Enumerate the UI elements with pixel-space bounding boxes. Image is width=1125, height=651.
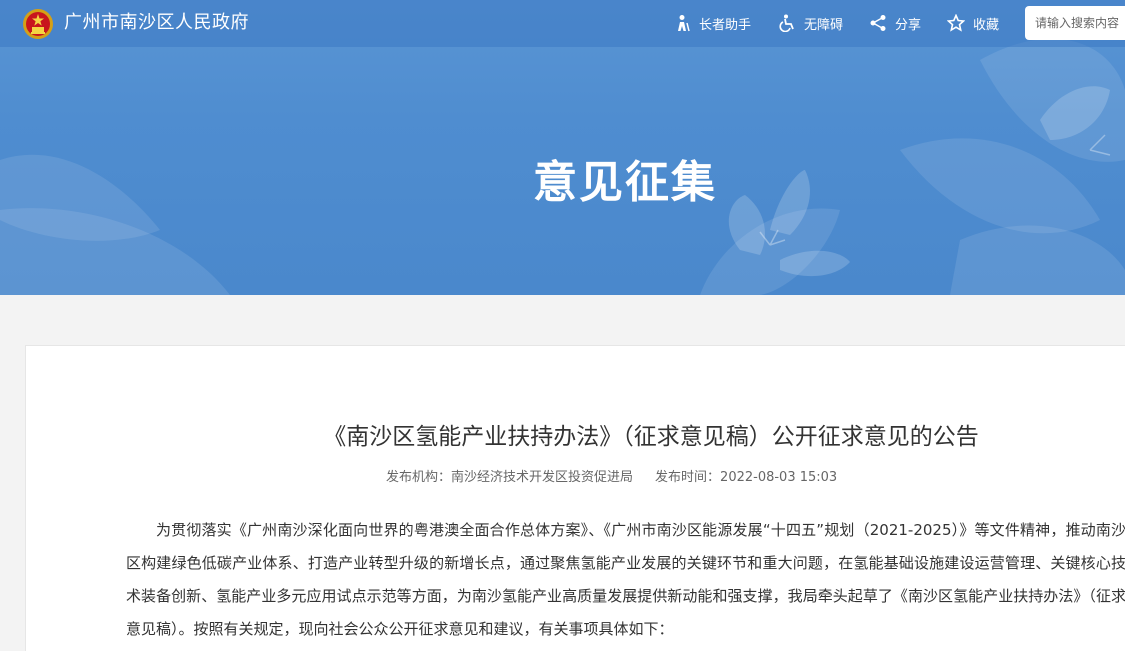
page-banner: 广州市南沙区人民政府 长者助手 无障碍 分享 收藏 请输入搜索内容 意见征集 xyxy=(0,0,1125,295)
elder-assistant-button[interactable]: 长者助手 xyxy=(673,11,751,35)
publisher-label: 发布机构： xyxy=(386,470,452,485)
article-title: 《南沙区氢能产业扶持办法》（征求意见稿）公开征求意见的公告 xyxy=(323,424,979,450)
search-input[interactable] xyxy=(1025,6,1125,40)
article-paragraph: 为贯彻落实《广州南沙深化面向世界的粤港澳全面合作总体方案》、《广州市南沙区能源发… xyxy=(126,521,1125,638)
article-meta: 发布机构：南沙经济技术开发区投资促进局 发布时间：2022-08-03 15:03 xyxy=(386,466,837,485)
publish-time-label: 发布时间： xyxy=(655,470,721,485)
share-button[interactable]: 分享 xyxy=(869,11,921,35)
share-label: 分享 xyxy=(895,17,922,33)
elder-assistant-label: 长者助手 xyxy=(699,17,752,33)
top-bar: 广州市南沙区人民政府 长者助手 无障碍 分享 收藏 请输入搜索内容 xyxy=(0,0,1125,47)
article-card: 《南沙区氢能产业扶持办法》（征求意见稿）公开征求意见的公告 发布机构：南沙经济技… xyxy=(25,345,1125,651)
site-title[interactable]: 广州市南沙区人民政府 xyxy=(64,10,249,36)
favorite-label: 收藏 xyxy=(973,17,1000,33)
national-emblem-icon xyxy=(23,9,53,39)
publisher-value: 南沙经济技术开发区投资促进局 xyxy=(451,470,634,485)
elder-icon xyxy=(678,15,690,32)
share-icon xyxy=(870,15,886,31)
star-icon xyxy=(947,14,965,32)
wheelchair-icon xyxy=(779,14,794,32)
accessibility-label: 无障碍 xyxy=(804,17,844,33)
favorite-button[interactable]: 收藏 xyxy=(947,11,999,35)
publish-time-value: 2022-08-03 15:03 xyxy=(720,470,838,485)
banner-title: 意见征集 xyxy=(533,157,717,208)
accessibility-button[interactable]: 无障碍 xyxy=(778,11,843,35)
